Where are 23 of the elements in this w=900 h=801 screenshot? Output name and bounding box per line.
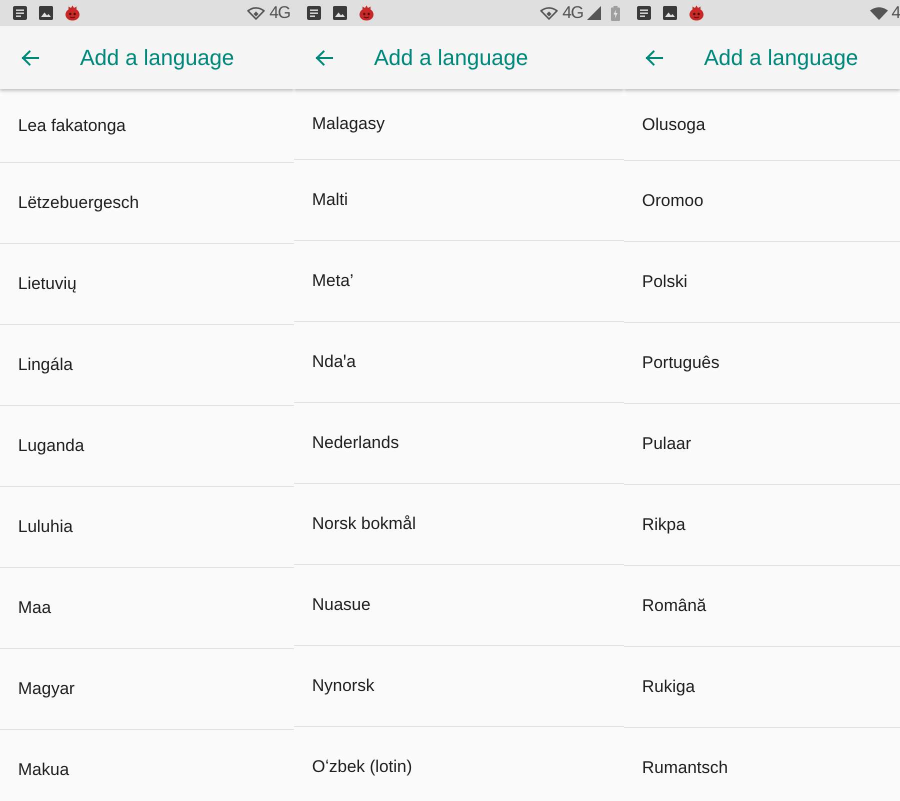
back-button[interactable] <box>20 48 40 68</box>
image-icon <box>333 6 347 20</box>
notes-icon <box>637 6 651 20</box>
back-button[interactable] <box>644 48 664 68</box>
mascot-face-icon <box>65 5 80 21</box>
notes-icon <box>307 6 321 20</box>
signal-icon <box>587 6 601 20</box>
toolbar-title: Add a language <box>704 44 858 72</box>
mascot-face-icon <box>689 5 704 21</box>
battery-charging-icon <box>611 6 620 20</box>
wifi-icon <box>247 6 266 20</box>
image-icon <box>39 6 53 20</box>
network-type: 4G <box>562 3 583 23</box>
wifi-icon <box>870 6 888 20</box>
toolbar-title: Add a language <box>374 44 528 72</box>
notes-icon <box>13 6 27 20</box>
back-button[interactable] <box>314 48 334 68</box>
toolbar-title: Add a language <box>80 44 234 72</box>
wifi-icon <box>540 6 558 20</box>
network-type: 4G <box>269 3 290 23</box>
image-icon <box>663 6 677 20</box>
network-type: 4 <box>892 3 900 23</box>
mascot-face-icon <box>359 5 374 21</box>
